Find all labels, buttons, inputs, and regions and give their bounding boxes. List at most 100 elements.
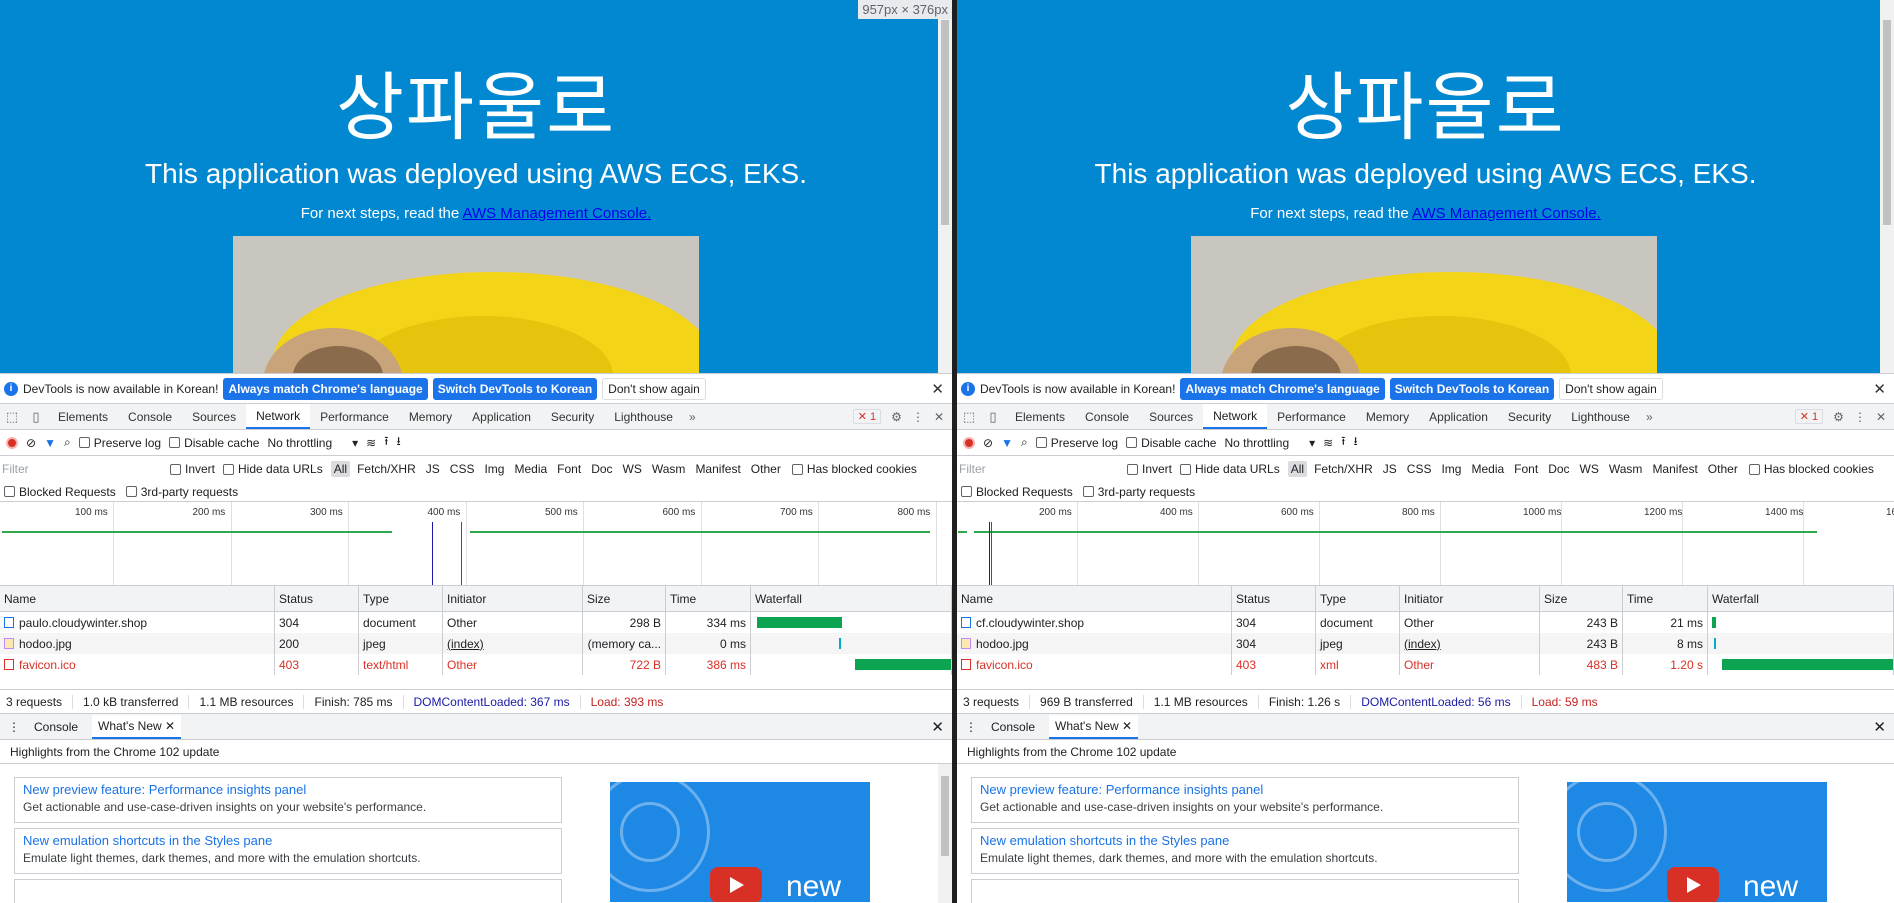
error-count-badge[interactable]: ✕ 1 [852, 409, 882, 424]
tab-security[interactable]: Security [541, 404, 604, 429]
filter-type-css[interactable]: CSS [447, 461, 478, 477]
preserve-log-checkbox[interactable]: Preserve log [78, 436, 161, 450]
blocked-requests-checkbox[interactable]: Blocked Requests [4, 485, 116, 499]
checkbox-box[interactable] [1035, 437, 1047, 448]
column-header-type[interactable]: Type [1316, 586, 1400, 611]
tab-lighthouse[interactable]: Lighthouse [1561, 404, 1640, 429]
import-har-icon[interactable]: ⭱ [1341, 432, 1345, 453]
import-har-icon[interactable]: ⭱ [384, 432, 388, 453]
tab-network[interactable]: Network [246, 404, 311, 429]
table-row[interactable]: favicon.ico 403 text/html Other 722 B 386 ms [0, 654, 952, 675]
device-toolbar-icon[interactable]: ▯ [981, 404, 1005, 429]
disable-cache-checkbox[interactable]: Disable cache [169, 436, 259, 450]
checkbox-box[interactable] [78, 437, 90, 448]
aws-console-link[interactable]: AWS Management Console. [1412, 205, 1601, 222]
checkbox-box[interactable] [1126, 437, 1138, 448]
invert-checkbox[interactable]: Invert [1127, 462, 1172, 476]
tab-elements[interactable]: Elements [48, 404, 118, 429]
tab-security[interactable]: Security [1498, 404, 1561, 429]
record-icon[interactable] [6, 436, 18, 449]
record-icon[interactable] [963, 436, 975, 449]
drawer-tab-console[interactable]: Console [991, 720, 1035, 734]
clear-icon[interactable]: ⊘ [983, 436, 993, 450]
hide-data-urls-checkbox[interactable]: Hide data URLs [223, 462, 323, 476]
feature-card[interactable] [971, 879, 1519, 903]
column-header-type[interactable]: Type [359, 586, 443, 611]
device-toolbar-icon[interactable]: ▯ [24, 404, 48, 429]
cell-initiator[interactable]: (index) [1400, 633, 1540, 654]
column-header-name[interactable]: Name [957, 586, 1232, 611]
tab-sources[interactable]: Sources [182, 404, 246, 429]
preserve-log-checkbox[interactable]: Preserve log [1035, 436, 1118, 450]
tab-lighthouse[interactable]: Lighthouse [604, 404, 683, 429]
close-tab-icon[interactable]: ✕ [1122, 719, 1132, 733]
more-tabs-icon[interactable]: » [683, 404, 702, 429]
close-icon[interactable]: ✕ [1873, 380, 1886, 398]
feature-card[interactable]: New preview feature: Performance insight… [14, 777, 562, 823]
checkbox-box[interactable] [223, 463, 235, 475]
checkbox-box[interactable] [4, 486, 15, 497]
search-icon[interactable]: ⌕ [64, 435, 71, 450]
column-header-size[interactable]: Size [583, 586, 666, 611]
table-row[interactable]: paulo.cloudywinter.shop 304 document Other 2… [0, 612, 952, 633]
timeline-overview[interactable]: 100 ms 200 ms 300 ms 400 ms 500 ms 600 ms 700 … [0, 502, 952, 586]
checkbox-box[interactable] [1748, 463, 1760, 475]
blocked-requests-checkbox[interactable]: Blocked Requests [961, 485, 1073, 499]
gear-icon[interactable]: ⚙ [1833, 410, 1844, 424]
table-row[interactable]: favicon.ico 403 xml Other 483 B 1.20 s [957, 654, 1894, 675]
column-header-status[interactable]: Status [275, 586, 359, 611]
kebab-menu-icon[interactable]: ⋮ [912, 410, 924, 424]
filter-type-font[interactable]: Font [1511, 461, 1541, 477]
feature-card-title[interactable]: New preview feature: Performance insight… [980, 782, 1510, 797]
gear-icon[interactable]: ⚙ [891, 410, 902, 424]
drawer-scrollbar-thumb[interactable] [941, 776, 949, 856]
tab-console[interactable]: Console [1075, 404, 1139, 429]
more-tabs-icon[interactable]: » [1640, 404, 1659, 429]
search-icon[interactable]: ⌕ [1021, 435, 1028, 450]
feature-card-title[interactable]: New emulation shortcuts in the Styles pa… [23, 833, 553, 848]
aws-console-link[interactable]: AWS Management Console. [463, 205, 652, 222]
network-conditions-icon[interactable]: ≋ [1323, 436, 1333, 450]
throttling-select[interactable]: No throttling ▾ [1224, 436, 1315, 450]
tab-performance[interactable]: Performance [310, 404, 399, 429]
table-row[interactable]: hodoo.jpg 304 jpeg (index) 243 B 8 ms [957, 633, 1894, 654]
filter-type-img[interactable]: Img [1438, 461, 1464, 477]
invert-checkbox[interactable]: Invert [170, 462, 215, 476]
drawer-tab-whats-new[interactable]: What's New ✕ [1049, 714, 1139, 739]
drawer-menu-icon[interactable]: ⋮ [965, 720, 977, 734]
tab-memory[interactable]: Memory [1356, 404, 1419, 429]
drawer-scrollbar[interactable] [938, 764, 952, 903]
column-header-waterfall[interactable]: Waterfall [1708, 586, 1894, 611]
column-header-time[interactable]: Time [666, 586, 751, 611]
disable-cache-checkbox[interactable]: Disable cache [1126, 436, 1216, 450]
filter-type-js[interactable]: JS [1380, 461, 1400, 477]
cell-initiator[interactable]: (index) [443, 633, 583, 654]
feature-card[interactable] [14, 879, 562, 903]
column-header-name[interactable]: Name [0, 586, 275, 611]
tab-memory[interactable]: Memory [399, 404, 462, 429]
filter-type-doc[interactable]: Doc [588, 461, 615, 477]
filter-type-doc[interactable]: Doc [1545, 461, 1572, 477]
filter-type-js[interactable]: JS [423, 461, 443, 477]
whats-new-video-thumbnail[interactable]: new [610, 782, 870, 902]
checkbox-box[interactable] [1082, 486, 1094, 497]
checkbox-box[interactable] [1180, 463, 1192, 475]
drawer-tab-console[interactable]: Console [34, 720, 78, 734]
export-har-icon[interactable]: ⭳ [1353, 432, 1357, 453]
filter-type-all[interactable]: All [330, 461, 351, 477]
close-devtools-icon[interactable]: ✕ [934, 410, 944, 424]
third-party-checkbox[interactable]: 3rd-party requests [125, 485, 238, 499]
inspect-element-icon[interactable]: ⬚ [957, 404, 981, 429]
filter-type-manifest[interactable]: Manifest [692, 461, 743, 477]
page-scrollbar-thumb[interactable] [1883, 20, 1891, 225]
play-icon[interactable] [1667, 867, 1719, 902]
match-language-button[interactable]: Always match Chrome's language [1180, 377, 1385, 400]
has-blocked-cookies-checkbox[interactable]: Has blocked cookies [791, 462, 917, 476]
dont-show-again-button[interactable]: Don't show again [1559, 377, 1663, 400]
filter-input[interactable]: Filter [959, 459, 1119, 479]
column-header-initiator[interactable]: Initiator [443, 586, 583, 611]
column-header-status[interactable]: Status [1232, 586, 1316, 611]
has-blocked-cookies-checkbox[interactable]: Has blocked cookies [1748, 462, 1874, 476]
timeline-overview[interactable]: 200 ms 400 ms 600 ms 800 ms 1000 ms 1200 ms 14… [957, 502, 1894, 586]
feature-card[interactable]: New emulation shortcuts in the Styles pa… [971, 828, 1519, 874]
